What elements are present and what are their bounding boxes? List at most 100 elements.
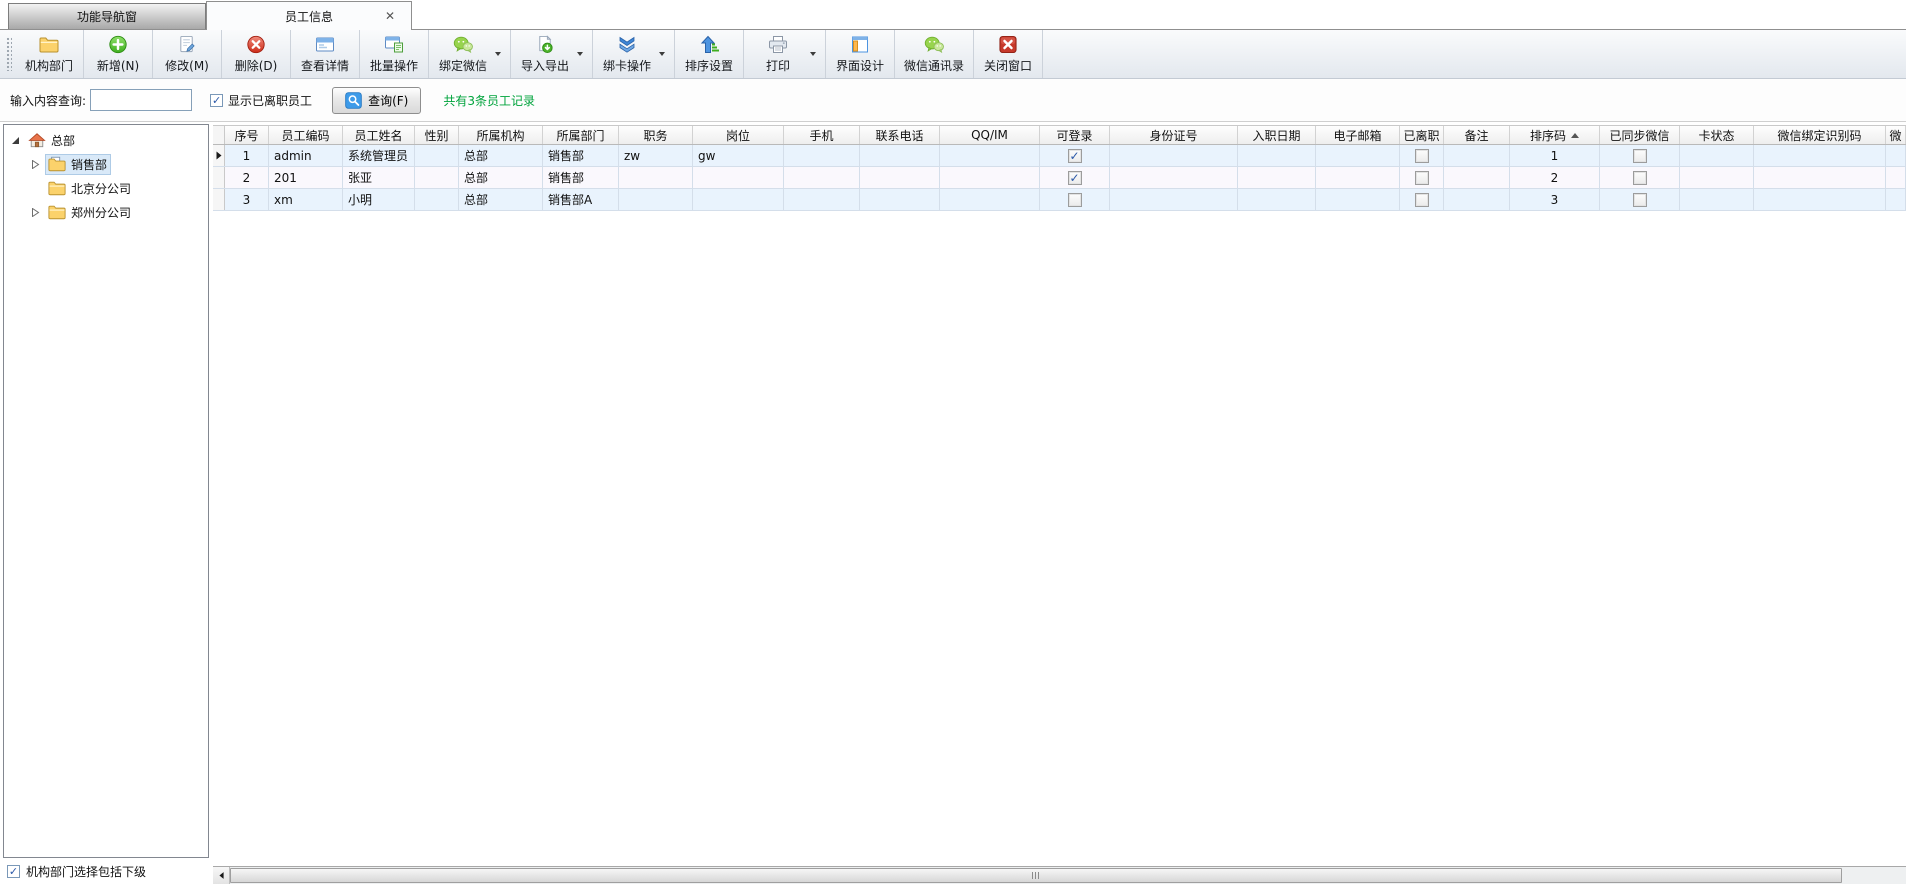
expand-icon[interactable] [30,207,40,217]
toolbar-grip[interactable] [6,37,12,71]
bind-wechat-icon [452,35,474,55]
query-input[interactable] [90,89,192,111]
toolbar-button-label: 查看详情 [301,57,349,74]
cell-can_login[interactable] [1040,145,1110,166]
cell-name: 小明 [343,189,415,210]
column-header-sort_code[interactable]: 排序码 [1510,126,1600,144]
cell-org: 总部 [459,189,543,210]
column-header-code[interactable]: 员工编码 [269,126,343,144]
column-header-name[interactable]: 员工姓名 [343,126,415,144]
column-header-duty[interactable]: 职务 [619,126,693,144]
show-resigned-label: 显示已离职员工 [228,92,312,109]
checkbox-unchecked-icon[interactable] [1068,193,1082,207]
scrollbar-thumb[interactable] [230,868,1842,883]
checkbox-unchecked-icon[interactable] [1415,193,1429,207]
close-tab-icon[interactable]: ✕ [383,9,397,23]
column-header-post[interactable]: 岗位 [693,126,784,144]
toolbar-button-modify[interactable]: 修改(M) [153,30,222,78]
row-selector-cell[interactable] [213,167,225,188]
toolbar-button-import-export[interactable]: 导入导出 [511,30,593,78]
cell-can_login[interactable] [1040,167,1110,188]
row-selector-cell[interactable] [213,189,225,210]
checkbox-unchecked-icon[interactable] [1633,149,1647,163]
toolbar-button-org-dept[interactable]: 机构部门 [15,30,84,78]
column-header-email[interactable]: 电子邮箱 [1316,126,1400,144]
cell-wechat_synced[interactable] [1600,167,1680,188]
toolbar-button-sort-settings[interactable]: 排序设置 [675,30,744,78]
column-header-gender[interactable]: 性别 [415,126,459,144]
checkbox-unchecked-icon[interactable] [1415,149,1429,163]
cell-mobile [784,145,860,166]
toolbar-button-bind-card[interactable]: 绑卡操作 [593,30,675,78]
toolbar-button-delete[interactable]: 删除(D) [222,30,291,78]
checkbox-checked-icon[interactable] [1068,149,1082,163]
cell-resigned[interactable] [1400,167,1444,188]
tab-function-nav[interactable]: 功能导航窗 [8,3,206,29]
column-header-card_status[interactable]: 卡状态 [1680,126,1754,144]
cell-duty [619,189,693,210]
checkbox-unchecked-icon[interactable] [1633,171,1647,185]
column-header-id_no[interactable]: 身份证号 [1110,126,1238,144]
column-header-note[interactable]: 备注 [1444,126,1510,144]
column-header-seq[interactable]: 序号 [225,126,269,144]
column-header-can_login[interactable]: 可登录 [1040,126,1110,144]
tree-item-zhengzhou-branch[interactable]: 郑州分公司 [4,200,208,224]
query-label: 输入内容查询: [10,92,86,109]
import-export-icon [534,35,556,55]
column-header-mobile[interactable]: 手机 [784,126,860,144]
cell-wechat_synced[interactable] [1600,189,1680,210]
horizontal-scrollbar[interactable] [213,866,1906,884]
expand-icon[interactable] [30,159,40,169]
show-resigned-checkbox[interactable]: 显示已离职员工 [210,92,312,109]
checkbox-unchecked-icon[interactable] [1633,193,1647,207]
table-row[interactable]: 1admin系统管理员总部销售部zwgw1 [213,145,1906,167]
scrollbar-track[interactable] [1842,867,1906,884]
cell-resigned[interactable] [1400,145,1444,166]
org-tree: 总部销售部北京分公司郑州分公司 [3,124,209,858]
toolbar-button-close-window[interactable]: 关闭窗口 [974,30,1043,78]
toolbar-button-print[interactable]: 打印 [744,30,826,78]
cell-wechat_synced[interactable] [1600,145,1680,166]
search-button[interactable]: 查询(F) [332,87,421,114]
tree-item-beijing-branch[interactable]: 北京分公司 [4,176,208,200]
toolbar-button-add[interactable]: 新增(N) [84,30,153,78]
chevron-down-icon[interactable] [495,52,501,56]
print-button-body: 打印 [753,35,803,74]
employee-grid: 序号员工编码员工姓名性别所属机构所属部门职务岗位手机联系电话QQ/IM可登录身份… [213,122,1906,884]
chevron-down-icon[interactable] [810,52,816,56]
toolbar-button-bind-wechat[interactable]: 绑定微信 [429,30,511,78]
include-children-label: 机构部门选择包括下级 [26,863,146,880]
sort-settings-icon [698,35,720,55]
scrollbar-grip-icon [1032,872,1040,879]
table-row[interactable]: 2201张亚总部销售部2 [213,167,1906,189]
tree-item-sales-dept[interactable]: 销售部 [4,152,208,176]
include-children-checkbox[interactable]: 机构部门选择包括下级 [3,858,209,884]
column-header-wechat_bind[interactable]: 微信绑定识别码 [1754,126,1886,144]
collapse-icon[interactable] [10,135,20,145]
column-header-hire_date[interactable]: 入职日期 [1238,126,1316,144]
cell-can_login[interactable] [1040,189,1110,210]
column-header-wechat_synced[interactable]: 已同步微信 [1600,126,1680,144]
checkbox-unchecked-icon[interactable] [1415,171,1429,185]
table-row[interactable]: 3xm小明总部销售部A3 [213,189,1906,211]
toolbar-button-ui-design[interactable]: 界面设计 [826,30,895,78]
toolbar-button-view-detail[interactable]: 查看详情 [291,30,360,78]
chevron-down-icon[interactable] [577,52,583,56]
toolbar-button-batch-ops[interactable]: 批量操作 [360,30,429,78]
column-header-label: 序号 [234,127,258,144]
column-header-dept[interactable]: 所属部门 [543,126,619,144]
tab-employee-info[interactable]: 员工信息 ✕ [206,1,412,30]
cell-resigned[interactable] [1400,189,1444,210]
tree-item-hq[interactable]: 总部 [4,128,208,152]
toolbar-button-label: 绑定微信 [439,57,487,74]
row-selector-cell[interactable] [213,145,225,166]
checkbox-checked-icon[interactable] [1068,171,1082,185]
column-header-overflow[interactable]: 微 [1886,126,1906,144]
column-header-org[interactable]: 所属机构 [459,126,543,144]
column-header-phone[interactable]: 联系电话 [860,126,940,144]
column-header-resigned[interactable]: 已离职 [1400,126,1444,144]
toolbar-button-wechat-contacts[interactable]: 微信通讯录 [895,30,974,78]
scroll-left-button[interactable] [213,867,230,884]
chevron-down-icon[interactable] [659,52,665,56]
column-header-qq[interactable]: QQ/IM [940,126,1040,144]
